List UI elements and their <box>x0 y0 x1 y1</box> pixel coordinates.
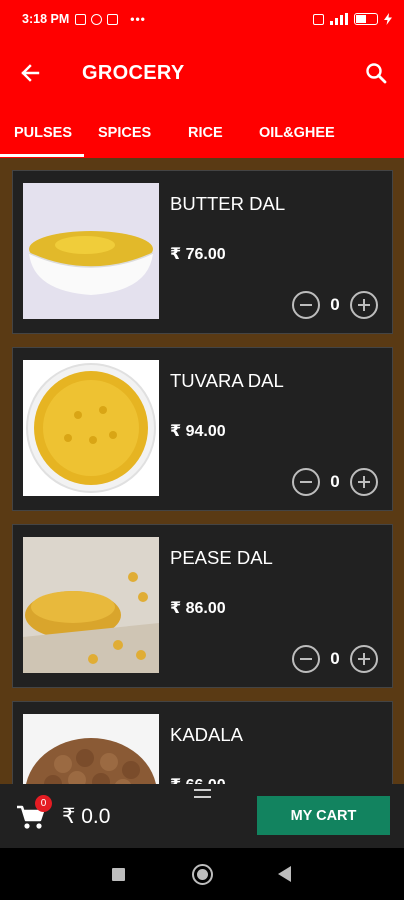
search-icon <box>366 63 387 84</box>
sim-icon <box>313 13 324 25</box>
more-notifications-icon: ••• <box>130 12 146 26</box>
decrease-quantity-button[interactable] <box>292 291 320 319</box>
product-name: KADALA <box>170 724 244 745</box>
drag-handle-icon[interactable] <box>194 789 211 798</box>
message-icon <box>75 13 87 25</box>
app-bar: GROCERY <box>0 38 404 108</box>
decrease-quantity-button[interactable] <box>292 645 320 673</box>
system-nav-bar <box>0 848 404 900</box>
product-card-kadala[interactable]: KADALA ₹ 66.00 0 <box>12 701 393 784</box>
product-price: ₹ 76.00 <box>170 246 226 263</box>
product-image <box>23 714 159 784</box>
product-image <box>23 360 159 496</box>
increase-quantity-button[interactable] <box>350 291 378 319</box>
status-time: 3:18 PM <box>22 12 70 26</box>
app-icon <box>91 13 103 25</box>
quantity-value: 0 <box>330 649 340 668</box>
product-price: ₹ 86.00 <box>170 600 226 617</box>
product-card-pease-dal[interactable]: PEASE DAL ₹ 86.00 0 <box>12 524 393 688</box>
cart-count-badge: 0 <box>35 795 52 812</box>
increase-quantity-button[interactable] <box>350 645 378 673</box>
cart-total: ₹ 0.0 <box>62 805 111 828</box>
charging-icon <box>384 13 392 25</box>
product-price: ₹ 94.00 <box>170 423 226 440</box>
signal-icon <box>330 13 348 25</box>
my-cart-button[interactable]: MY CART <box>257 796 390 835</box>
product-image <box>23 537 159 673</box>
back-button[interactable] <box>0 38 60 108</box>
tab-rice[interactable]: RICE <box>188 108 223 158</box>
search-button[interactable] <box>348 38 404 108</box>
product-image <box>23 183 159 319</box>
increase-quantity-button[interactable] <box>350 468 378 496</box>
decrease-quantity-button[interactable] <box>292 468 320 496</box>
monitor-icon <box>107 13 119 25</box>
quantity-stepper: 0 <box>292 291 378 319</box>
status-bar: 3:18 PM ••• <box>0 0 404 38</box>
tab-oil-ghee[interactable]: OIL&GHEE <box>259 108 335 158</box>
arrow-left-icon <box>21 64 40 82</box>
quantity-stepper: 0 <box>292 468 378 496</box>
cart-bar: 0 ₹ 0.0 MY CART <box>0 784 404 848</box>
page-title: GROCERY <box>82 61 185 84</box>
tab-indicator <box>0 154 84 157</box>
product-card-butter-dal[interactable]: BUTTER DAL ₹ 76.00 0 <box>12 170 393 334</box>
quantity-value: 0 <box>330 295 340 314</box>
recent-apps-button[interactable] <box>112 868 125 881</box>
product-name: BUTTER DAL <box>170 193 286 214</box>
product-list[interactable]: BUTTER DAL ₹ 76.00 0 TUVARA DAL ₹ 94.00 <box>0 158 404 784</box>
quantity-stepper: 0 <box>292 645 378 673</box>
home-button[interactable] <box>192 864 213 885</box>
tab-pulses[interactable]: PULSES <box>14 108 72 158</box>
tab-spices[interactable]: SPICES <box>98 108 151 158</box>
product-card-tuvara-dal[interactable]: TUVARA DAL ₹ 94.00 0 <box>12 347 393 511</box>
product-price: ₹ 66.00 <box>170 775 226 784</box>
battery-icon <box>354 13 378 25</box>
system-back-button[interactable] <box>278 866 291 882</box>
product-name: PEASE DAL <box>170 547 273 568</box>
product-name: TUVARA DAL <box>170 370 284 391</box>
quantity-value: 0 <box>330 472 340 491</box>
category-tabs: PULSES SPICES RICE OIL&GHEE <box>0 108 404 158</box>
notification-icons <box>75 13 119 25</box>
